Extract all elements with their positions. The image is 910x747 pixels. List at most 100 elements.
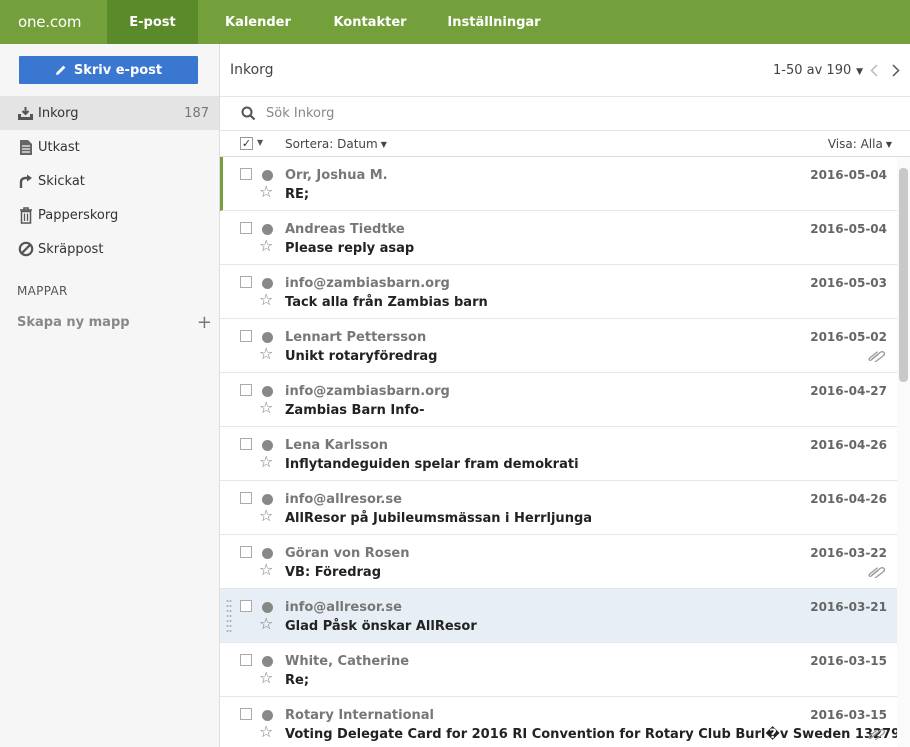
star-icon[interactable]: ☆ [259,508,273,524]
sort-dropdown[interactable]: Sortera: Datum ▼ [285,137,387,151]
message-date: 2016-05-02 [810,330,887,344]
unread-dot-icon[interactable] [262,332,273,343]
previous-page-button[interactable] [867,61,881,79]
unread-dot-icon[interactable] [262,710,273,721]
message-row[interactable]: ☆ White, Catherine Re; 2016-03-15 [220,643,897,697]
message-row[interactable]: ☆ Rotary International Voting Delegate Car… [220,697,897,747]
message-checkbox[interactable] [240,330,252,342]
message-checkbox[interactable] [240,708,252,720]
unread-dot-icon[interactable] [262,656,273,667]
pagination-dropdown[interactable]: 1-50 av 190 ▼ [773,63,863,78]
message-sender: White, Catherine [285,654,410,669]
message-row[interactable]: ☆ Lena Karlsson Inflytandeguiden spelar fr… [220,427,897,481]
unread-dot-icon[interactable] [262,170,273,181]
message-row[interactable]: ☆ Lennart Pettersson Unikt rotaryföredrag 2… [220,319,897,373]
star-icon[interactable]: ☆ [259,292,273,308]
star-icon[interactable]: ☆ [259,616,273,632]
message-checkbox[interactable] [240,168,252,180]
tab-installningar[interactable]: Inställningar [430,0,558,44]
unread-dot-icon[interactable] [262,386,273,397]
unread-dot-icon[interactable] [262,548,273,559]
message-row[interactable]: ☆ info@zambiasbarn.org Tack alla från Zamb… [220,265,897,319]
message-checkbox[interactable] [240,438,252,450]
message-row[interactable]: ☆ info@allresor.se Glad Påsk önskar AllRes… [220,589,897,643]
message-row[interactable]: ☆ Göran von Rosen VB: Föredrag 2016-03-22 [220,535,897,589]
unread-dot-icon[interactable] [262,278,273,289]
sidebar-item-skickat[interactable]: Skickat [0,164,219,198]
scrollbar-thumb[interactable] [899,168,908,382]
next-page-button[interactable] [889,61,903,79]
search-input[interactable] [266,106,866,121]
message-date: 2016-04-26 [810,492,887,506]
compose-label: Skriv e-post [73,62,163,78]
star-icon[interactable]: ☆ [259,346,273,362]
tab-kalender[interactable]: Kalender [198,0,310,44]
message-subject: AllResor på Jubileumsmässan i Herrljunga [285,511,593,526]
attachment-icon [868,728,886,744]
chevron-down-icon: ▼ [885,140,892,149]
message-row[interactable]: ☆ Orr, Joshua M. RE; 2016-05-04 [220,157,897,211]
star-icon[interactable]: ☆ [259,238,273,254]
sidebar-item-label: Papperskorg [38,207,119,223]
unread-dot-icon[interactable] [262,602,273,613]
message-subject: Unikt rotaryföredrag [285,349,438,364]
unread-dot-icon[interactable] [262,224,273,235]
sidebar-item-inkorg[interactable]: Inkorg 187 [0,96,219,130]
message-checkbox[interactable] [240,384,252,396]
filter-label: Visa: Alla [827,137,883,151]
unread-count: 187 [184,105,209,121]
star-icon[interactable]: ☆ [259,184,273,200]
select-menu-chevron-icon[interactable]: ▼ [257,138,263,147]
spam-icon [17,241,34,258]
message-subject: Voting Delegate Card for 2016 RI Convent… [285,727,897,742]
tab-kontakter[interactable]: Kontakter [310,0,430,44]
message-sender: info@zambiasbarn.org [285,276,450,291]
star-icon[interactable]: ☆ [259,562,273,578]
message-row[interactable]: ☆ info@allresor.se AllResor på Jubileumsmä… [220,481,897,535]
message-row[interactable]: ☆ Andreas Tiedtke Please reply asap 2016-05… [220,211,897,265]
plus-icon[interactable]: + [197,312,212,333]
star-icon[interactable]: ☆ [259,724,273,740]
sidebar-item-papperskorg[interactable]: Papperskorg [0,198,219,232]
sidebar-item-label: Skickat [38,173,85,189]
message-date: 2016-05-03 [810,276,887,290]
unread-dot-icon[interactable] [262,440,273,451]
sent-icon [17,173,34,190]
tab-e-post[interactable]: E-post [107,0,198,44]
compose-button[interactable]: Skriv e-post [19,56,198,84]
star-icon[interactable]: ☆ [259,670,273,686]
brand-logo[interactable]: one.com [0,0,107,44]
unread-dot-icon[interactable] [262,494,273,505]
message-subject: RE; [285,187,310,202]
search-bar [220,97,910,131]
create-folder-row[interactable]: Skapa ny mapp + [17,312,212,333]
star-icon[interactable]: ☆ [259,400,273,416]
sidebar-item-utkast[interactable]: Utkast [0,130,219,164]
message-checkbox[interactable] [240,492,252,504]
message-row[interactable]: ☆ info@zambiasbarn.org Zambias Barn Info- 2… [220,373,897,427]
trash-icon [17,206,34,224]
message-checkbox[interactable] [240,276,252,288]
message-date: 2016-03-15 [810,654,887,668]
message-checkbox[interactable] [240,546,252,558]
message-sender: Göran von Rosen [285,546,410,561]
message-sender: Orr, Joshua M. [285,168,388,183]
select-all-checkbox[interactable]: ✓ [240,137,253,150]
message-checkbox[interactable] [240,654,252,666]
message-checkbox[interactable] [240,600,252,612]
message-subject: Re; [285,673,310,688]
sidebar-item-label: Skräppost [38,241,104,257]
scrollbar[interactable] [897,157,910,747]
filter-dropdown[interactable]: Visa: Alla ▼ [828,137,892,151]
chevron-right-icon [892,63,900,77]
folders-section-title: MAPPAR [17,284,68,298]
page-title: Inkorg [230,62,274,78]
sidebar-item-label: Utkast [38,139,80,155]
star-icon[interactable]: ☆ [259,454,273,470]
message-checkbox[interactable] [240,222,252,234]
message-sender: Lena Karlsson [285,438,389,453]
sidebar-item-skrappost[interactable]: Skräppost [0,232,219,266]
attachment-icon [868,350,886,366]
create-folder-label: Skapa ny mapp [17,315,130,330]
drag-handle-icon[interactable] [226,599,232,633]
